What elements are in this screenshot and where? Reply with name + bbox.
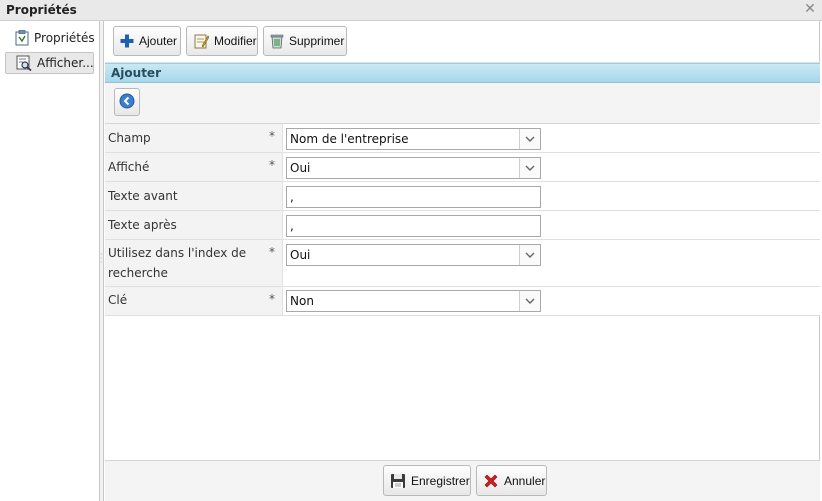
field-label: Texte avant: [108, 189, 178, 203]
edit-button[interactable]: Modifier: [186, 26, 258, 56]
form-row-cle: Clé * Non: [105, 287, 820, 316]
toolbar: Ajouter Modifier Supprimer: [105, 21, 820, 63]
pencil-paper-icon: [193, 33, 209, 49]
label-cell: Affiché *: [105, 153, 283, 181]
label-cell: Utilisez dans l'index de recherche *: [105, 240, 283, 286]
form-row-affiche: Affiché * Oui: [105, 153, 820, 182]
sidebar-item-label: Propriétés: [34, 31, 95, 45]
texte-apres-input[interactable]: ,: [286, 215, 541, 237]
section-header: Ajouter: [105, 63, 820, 83]
input-value: ,: [290, 219, 294, 233]
sidebar-item-label: Afficher...: [37, 56, 94, 70]
back-arrow-icon: [119, 93, 135, 112]
panel-splitter[interactable]: · · ·: [100, 21, 104, 501]
select-value: Oui: [290, 248, 311, 262]
form-row-index-recherche: Utilisez dans l'index de recherche * Oui: [105, 240, 820, 287]
section-title: Ajouter: [111, 66, 161, 80]
select-value: Nom de l'entreprise: [290, 132, 409, 146]
sidebar-item-proprietes[interactable]: Propriétés: [5, 27, 95, 49]
label-cell: Clé *: [105, 287, 283, 315]
form-row-texte-avant: Texte avant ,: [105, 182, 820, 211]
clipboard-icon: [15, 30, 29, 46]
delete-button-label: Supprimer: [289, 34, 345, 48]
main-panel: Ajouter Modifier Supprimer Ajouter Champ…: [105, 21, 820, 501]
field-label: Texte après: [108, 218, 177, 232]
properties-form: Champ * Nom de l'entreprise Affiché * Ou…: [105, 124, 820, 316]
add-button-label: Ajouter: [139, 34, 178, 48]
form-row-texte-apres: Texte après ,: [105, 211, 820, 240]
field-label: Champ: [108, 131, 151, 145]
trash-icon: [270, 33, 284, 49]
label-cell: Texte après: [105, 211, 283, 239]
required-marker: *: [269, 245, 275, 259]
save-button[interactable]: Enregistrer: [383, 465, 471, 496]
label-cell: Champ *: [105, 124, 283, 152]
required-marker: *: [269, 158, 275, 172]
chevron-down-icon[interactable]: [519, 158, 540, 178]
champ-select[interactable]: Nom de l'entreprise: [286, 128, 541, 150]
chevron-down-icon[interactable]: [519, 245, 540, 265]
select-value: Non: [290, 294, 314, 308]
form-footer: Enregistrer Annuler: [105, 460, 820, 501]
required-marker: *: [269, 292, 275, 306]
edit-button-label: Modifier: [214, 34, 257, 48]
chevron-down-icon[interactable]: [519, 129, 540, 149]
back-button[interactable]: [114, 88, 140, 116]
window-titlebar: Propriétés ✕: [0, 0, 822, 21]
field-label: Clé: [108, 293, 128, 307]
cancel-button-label: Annuler: [504, 473, 546, 488]
cancel-button[interactable]: Annuler: [476, 465, 547, 496]
sidebar-item-afficher[interactable]: Afficher...: [5, 52, 94, 74]
cle-select[interactable]: Non: [286, 290, 541, 312]
form-row-champ: Champ * Nom de l'entreprise: [105, 124, 820, 153]
texte-avant-input[interactable]: ,: [286, 186, 541, 208]
display-search-icon: [16, 55, 32, 71]
sub-toolbar: [105, 83, 820, 124]
field-label: Utilisez dans l'index de recherche: [108, 246, 247, 280]
select-value: Oui: [290, 161, 311, 175]
input-value: ,: [290, 190, 294, 204]
add-button[interactable]: Ajouter: [113, 26, 181, 56]
floppy-disk-icon: [390, 472, 406, 490]
plus-icon: [120, 33, 134, 49]
delete-button[interactable]: Supprimer: [263, 26, 347, 56]
index-recherche-select[interactable]: Oui: [286, 244, 541, 266]
splitter-grip[interactable]: · · ·: [100, 251, 103, 267]
field-label: Affiché: [108, 160, 150, 174]
window-title: Propriétés: [6, 3, 77, 17]
close-icon[interactable]: ✕: [803, 2, 817, 16]
chevron-down-icon[interactable]: [519, 291, 540, 311]
save-button-label: Enregistrer: [411, 473, 470, 488]
required-marker: *: [269, 129, 275, 143]
affiche-select[interactable]: Oui: [286, 157, 541, 179]
label-cell: Texte avant: [105, 182, 283, 210]
red-x-icon: [483, 472, 499, 490]
sidebar: Propriétés Afficher...: [0, 21, 100, 501]
